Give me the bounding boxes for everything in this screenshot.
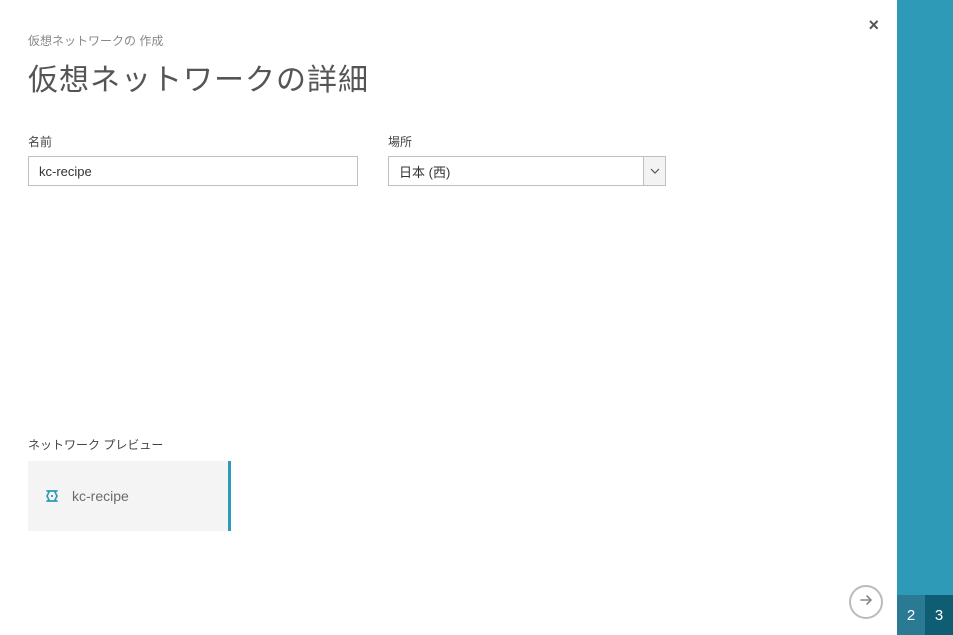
form-row: 名前 場所 日本 (西) — [28, 133, 869, 186]
name-label: 名前 — [28, 133, 358, 150]
location-select[interactable]: 日本 (西) — [388, 156, 666, 186]
preview-network-name: kc-recipe — [72, 488, 129, 504]
next-button[interactable] — [849, 585, 883, 619]
page-title: 仮想ネットワークの詳細 — [28, 55, 869, 99]
network-icon — [42, 486, 62, 506]
wizard-step-2[interactable]: 2 — [897, 595, 925, 635]
rail-spacer — [897, 0, 953, 595]
wizard-steps: 2 3 — [897, 595, 953, 635]
location-selected-value: 日本 (西) — [399, 162, 450, 181]
location-label: 場所 — [388, 133, 666, 150]
breadcrumb: 仮想ネットワークの 作成 — [28, 32, 869, 49]
location-field-group: 場所 日本 (西) — [388, 133, 666, 186]
preview-label: ネットワーク プレビュー — [28, 436, 869, 453]
wizard-step-3[interactable]: 3 — [925, 595, 953, 635]
network-preview-card[interactable]: kc-recipe — [28, 461, 231, 531]
arrow-right-icon — [858, 592, 874, 613]
content-panel: × 仮想ネットワークの 作成 仮想ネットワークの詳細 名前 場所 日本 (西) … — [0, 0, 897, 635]
close-button[interactable]: × — [868, 16, 879, 34]
chevron-down-icon — [643, 157, 665, 185]
wizard-step-rail: 2 3 — [897, 0, 953, 635]
name-field-group: 名前 — [28, 133, 358, 186]
name-input[interactable] — [28, 156, 358, 186]
